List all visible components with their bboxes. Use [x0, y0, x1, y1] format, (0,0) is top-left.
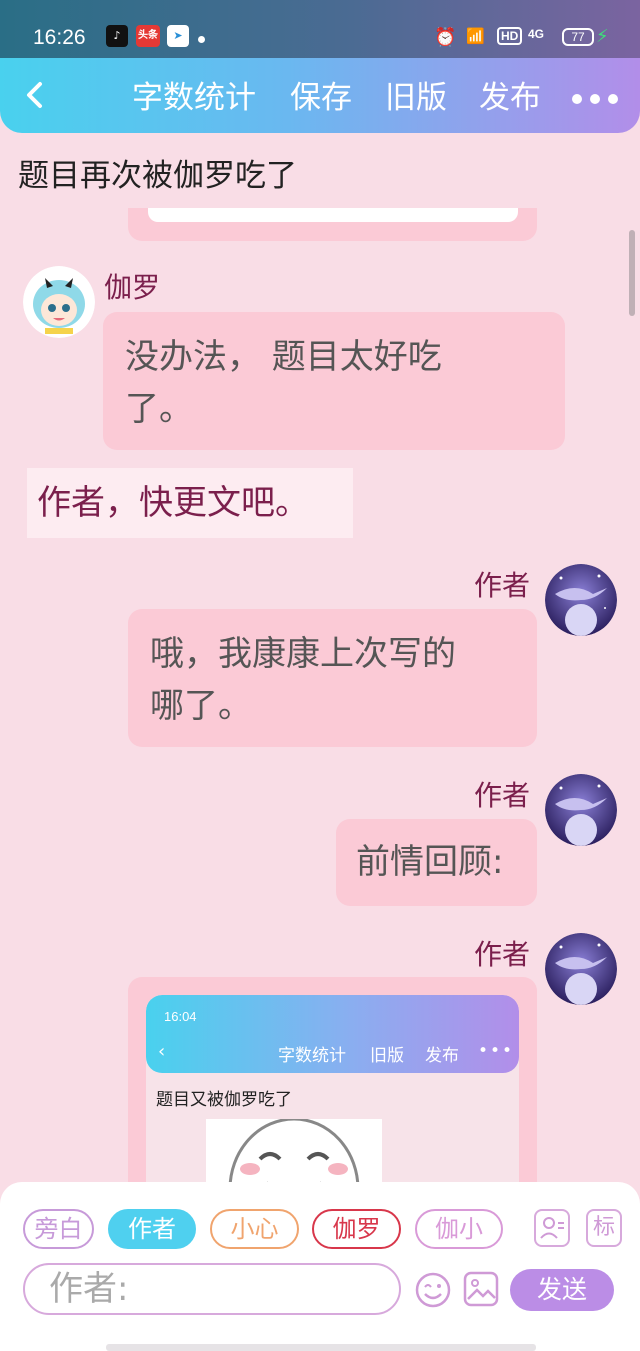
notification-dot — [198, 36, 205, 43]
status-bar: 16:26 ♪ 头条 ➤ ⏰ 📶 HD 4G 77 ⚡ — [0, 0, 640, 58]
message-text-line: 了。 — [125, 389, 193, 429]
embedded-time: 16:04 — [164, 1009, 197, 1024]
avatar-author[interactable] — [545, 774, 617, 846]
alarm-icon: ⏰ — [434, 27, 457, 47]
embedded-word-count: 字数统计 — [278, 1046, 346, 1066]
scrollbar[interactable] — [629, 230, 635, 316]
role-chip-jialuo[interactable]: 伽罗 — [312, 1209, 401, 1249]
old-version-button[interactable]: 旧版 — [385, 78, 447, 118]
embedded-more-icon: ••• — [478, 1041, 515, 1061]
story-title: 题目再次被伽罗吃了 — [18, 158, 297, 194]
tiktok-icon: ♪ — [106, 25, 128, 47]
save-button[interactable]: 保存 — [290, 78, 352, 118]
emoji-icon[interactable] — [414, 1271, 452, 1309]
character-manage-icon[interactable] — [534, 1209, 570, 1247]
message-text-line: 哦，我康康上次写的 — [150, 634, 456, 674]
image-upload-icon[interactable] — [463, 1271, 499, 1307]
more-options-icon[interactable] — [572, 94, 618, 104]
role-chip-narrator[interactable]: 旁白 — [23, 1209, 94, 1249]
avatar-author[interactable] — [545, 564, 617, 636]
battery-icon: 77 — [562, 28, 594, 46]
message-bubble[interactable]: 没办法， 题目太好吃 了。 — [103, 312, 565, 450]
toutiao-icon: 头条 — [136, 25, 160, 47]
embedded-toolbar: 16:04 ‹ 字数统计 旧版 发布 ••• — [146, 995, 519, 1073]
embedded-screenshot: 16:04 ‹ 字数统计 旧版 发布 ••• 题目又被伽罗吃了 — [146, 995, 519, 1207]
home-indicator[interactable] — [106, 1344, 536, 1351]
speaker-name: 作者 — [474, 779, 531, 812]
telegram-icon: ➤ — [167, 25, 189, 47]
top-toolbar: 字数统计 保存 旧版 发布 — [0, 58, 640, 133]
embedded-publish: 发布 — [425, 1046, 459, 1066]
embedded-title: 题目又被伽罗吃了 — [156, 1090, 292, 1110]
image-bubble-partial[interactable] — [128, 208, 537, 241]
hd-badge: HD — [497, 27, 523, 45]
avatar-author[interactable] — [545, 933, 617, 1005]
role-chip-jiaxiao[interactable]: 伽小 — [415, 1209, 503, 1249]
speaker-name: 作者 — [474, 938, 531, 971]
tag-button[interactable]: 标 — [586, 1209, 622, 1247]
embedded-old-version: 旧版 — [370, 1046, 404, 1066]
charging-icon: ⚡ — [596, 26, 609, 47]
message-input[interactable]: 作者: — [23, 1263, 401, 1315]
publish-button[interactable]: 发布 — [479, 78, 541, 118]
back-arrow-icon[interactable] — [20, 78, 50, 112]
status-time: 16:26 — [33, 26, 86, 49]
role-chip-xiaoxin[interactable]: 小心 — [210, 1209, 299, 1249]
message-text-line: 哪了。 — [150, 686, 252, 726]
role-chip-author[interactable]: 作者 — [108, 1209, 196, 1249]
message-bubble[interactable]: 哦，我康康上次写的 哪了。 — [128, 609, 537, 747]
wifi-icon: 📶 — [466, 28, 485, 45]
avatar-jialuo[interactable] — [23, 266, 95, 338]
speaker-name: 伽罗 — [104, 271, 161, 304]
message-text-line: 没办法， 题目太好吃 — [125, 337, 442, 377]
narration-text[interactable]: 作者，快更文吧。 — [27, 468, 353, 538]
embedded-back-icon: ‹ — [158, 1041, 166, 1062]
image-message[interactable]: 16:04 ‹ 字数统计 旧版 发布 ••• 题目又被伽罗吃了 — [128, 977, 537, 1207]
signal-icon: 4G — [528, 27, 545, 41]
speaker-name: 作者 — [474, 569, 531, 602]
message-bubble[interactable]: 前情回顾: — [336, 819, 537, 906]
send-button[interactable]: 发送 — [510, 1269, 614, 1311]
word-count-button[interactable]: 字数统计 — [132, 78, 256, 118]
